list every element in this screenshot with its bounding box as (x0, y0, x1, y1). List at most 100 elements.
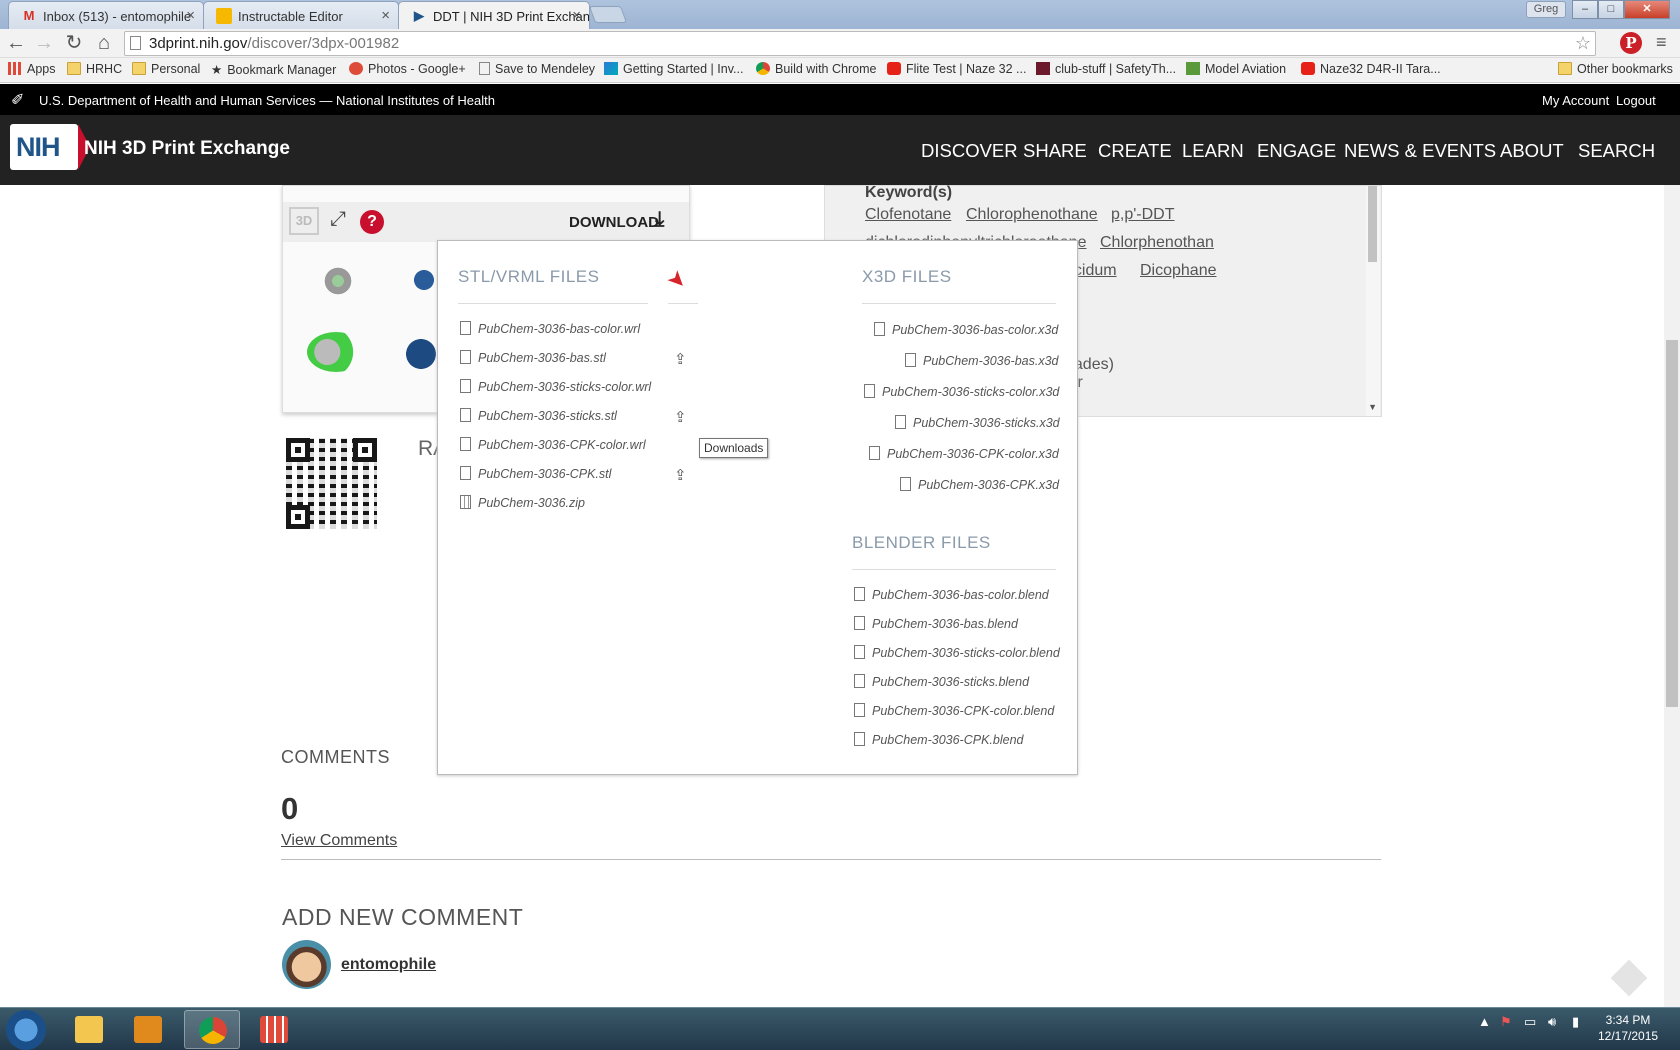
profile-button[interactable]: Greg (1526, 1, 1566, 18)
file-link-x3d[interactable]: PubChem-3036-sticks-color.x3d (864, 384, 1059, 399)
bookmark-apps[interactable]: Apps (8, 62, 56, 76)
file-link-blend[interactable]: PubChem-3036-bas-color.blend (854, 587, 1049, 602)
tab-nih-ddt[interactable]: ▶ DDT | NIH 3D Print Exchan × (398, 1, 590, 29)
bookmark-other[interactable]: Other bookmarks (1558, 62, 1673, 76)
nav-engage[interactable]: ENGAGE (1257, 140, 1336, 162)
keyword-link[interactable]: Chlorphenothan (1100, 234, 1214, 252)
metadata-scrollbar[interactable]: ▼ (1366, 186, 1380, 416)
scrollbar-thumb[interactable] (1666, 340, 1678, 707)
bookmark-manager[interactable]: ★ Bookmark Manager (211, 62, 336, 77)
bookmark-club-stuff[interactable]: club-stuff | SafetyTh... (1036, 62, 1176, 76)
file-link-x3d[interactable]: PubChem-3036-sticks.x3d (895, 415, 1060, 430)
power-icon[interactable]: ▮ (1572, 1014, 1579, 1030)
thumbnail-cpk-blue[interactable] (403, 334, 439, 374)
tab-gmail[interactable]: M Inbox (513) - entomophile × (8, 1, 204, 29)
download-icon[interactable]: ⤓ (655, 208, 664, 232)
file-link-stl[interactable]: PubChem-3036-bas-color.wrl (460, 321, 640, 336)
file-link-x3d[interactable]: PubChem-3036-bas-color.x3d (874, 322, 1058, 337)
minimize-button[interactable]: – (1572, 0, 1598, 19)
bookmark-model-aviation[interactable]: Model Aviation (1186, 62, 1286, 76)
file-link-stl[interactable]: PubChem-3036-sticks-color.wrl (460, 379, 651, 394)
nav-discover[interactable]: DISCOVER (921, 140, 1018, 162)
help-icon[interactable]: ? (360, 210, 384, 234)
network-icon[interactable]: ▭ (1524, 1014, 1536, 1030)
keyword-link[interactable]: Chlorophenothane (966, 206, 1098, 224)
scroll-down-icon[interactable]: ▼ (1368, 402, 1377, 412)
download-button[interactable]: DOWNLOAD (569, 214, 659, 231)
view-comments-link[interactable]: View Comments (281, 832, 397, 850)
bookmark-naze32[interactable]: Naze32 D4R-II Tara... (1301, 62, 1441, 76)
bookmark-flite-test[interactable]: Flite Test | Naze 32 ... (887, 62, 1026, 76)
file-link-blend[interactable]: PubChem-3036-bas.blend (854, 616, 1018, 631)
file-link-stl[interactable]: PubChem-3036-bas.stl (460, 350, 606, 365)
nav-share[interactable]: SHARE (1023, 140, 1087, 162)
system-clock[interactable]: 3:34 PM 12/17/2015 (1598, 1012, 1658, 1044)
close-icon[interactable]: × (381, 7, 390, 24)
nav-news-events[interactable]: NEWS & EVENTS (1344, 140, 1496, 162)
nav-about[interactable]: ABOUT (1500, 140, 1564, 162)
bookmark-hrhc[interactable]: HRHC (67, 62, 122, 76)
taskbar-explorer[interactable] (61, 1010, 117, 1049)
3d-view-icon[interactable]: 3D (289, 207, 319, 235)
file-link-stl[interactable]: PubChem-3036-CPK-color.wrl (460, 437, 646, 452)
taskbar-chrome[interactable] (184, 1010, 240, 1049)
nav-learn[interactable]: LEARN (1182, 140, 1244, 162)
reload-icon[interactable]: ↻ (62, 32, 86, 56)
close-icon[interactable]: × (186, 7, 195, 24)
start-button[interactable] (6, 1010, 46, 1050)
close-icon[interactable]: × (572, 7, 581, 24)
thumbnail-bas[interactable] (313, 266, 363, 296)
action-center-icon[interactable]: ⚑ (1500, 1014, 1512, 1030)
nav-search[interactable]: SEARCH (1578, 140, 1655, 162)
page-scrollbar[interactable] (1664, 185, 1680, 1007)
nav-create[interactable]: CREATE (1098, 140, 1172, 162)
bookmark-star-icon[interactable]: ☆ (1575, 32, 1591, 55)
window-close-button[interactable]: ✕ (1624, 0, 1670, 19)
fullscreen-icon[interactable]: ⤢ (330, 208, 346, 231)
file-link-blend[interactable]: PubChem-3036-CPK.blend (854, 732, 1023, 747)
file-link-blend[interactable]: PubChem-3036-sticks-color.blend (854, 645, 1060, 660)
file-link-x3d[interactable]: PubChem-3036-CPK.x3d (900, 477, 1059, 492)
share-icon[interactable]: ⇪ (674, 466, 687, 484)
tab-instructables[interactable]: Instructable Editor × (203, 1, 399, 29)
bookmark-personal[interactable]: Personal (132, 62, 200, 76)
home-icon[interactable]: ⌂ (92, 32, 116, 56)
nih-logo[interactable]: NIH (10, 124, 90, 170)
taskbar-media-player[interactable] (120, 1010, 176, 1049)
file-link-stl[interactable]: PubChem-3036-sticks.stl (460, 408, 617, 423)
thumbnail-cpk[interactable] (307, 332, 365, 372)
file-link-x3d[interactable]: PubChem-3036-bas.x3d (905, 353, 1059, 368)
taskbar-app-grid[interactable] (246, 1010, 302, 1049)
keyword-link[interactable]: p,p'-DDT (1111, 206, 1175, 224)
keyword-link[interactable]: Clofenotane (865, 206, 951, 224)
pinterest-icon[interactable]: P (1620, 32, 1642, 54)
username-link[interactable]: entomophile (341, 956, 436, 974)
feedback-icon[interactable] (1610, 959, 1648, 997)
rocket-icon[interactable]: ➤ (662, 264, 693, 295)
new-tab-button[interactable] (588, 6, 628, 23)
avatar[interactable] (282, 940, 331, 989)
bookmark-mendeley[interactable]: Save to Mendeley (479, 62, 595, 76)
scrollbar-thumb[interactable] (1368, 186, 1377, 262)
back-icon[interactable]: ← (4, 32, 28, 56)
address-bar[interactable]: 3dprint.nih.gov/discover/3dpx-001982 ☆ (124, 31, 1596, 56)
logout-link[interactable]: Logout (1616, 93, 1656, 108)
forward-icon[interactable]: → (32, 32, 56, 56)
bookmark-build-with-chrome[interactable]: Build with Chrome (756, 62, 876, 76)
keyword-link[interactable]: Dicophane (1140, 262, 1217, 280)
site-title[interactable]: NIH 3D Print Exchange (84, 138, 290, 160)
bookmark-getting-started[interactable]: Getting Started | Inv... (604, 62, 743, 76)
file-link-blend[interactable]: PubChem-3036-CPK-color.blend (854, 703, 1054, 718)
file-link-stl[interactable]: PubChem-3036-CPK.stl (460, 466, 611, 481)
volume-icon[interactable]: 🔊︎ (1548, 1014, 1556, 1030)
show-hidden-icons[interactable]: ▲ (1478, 1014, 1491, 1029)
file-link-x3d[interactable]: PubChem-3036-CPK-color.x3d (869, 446, 1059, 461)
file-link-zip[interactable]: PubChem-3036.zip (460, 495, 585, 510)
thumbnail-bas-blue[interactable] (409, 264, 439, 296)
chrome-menu-icon[interactable]: ≡ (1656, 32, 1667, 53)
my-account-link[interactable]: My Account (1542, 93, 1609, 108)
share-icon[interactable]: ⇪ (674, 350, 687, 368)
maximize-button[interactable]: □ (1598, 0, 1624, 19)
file-link-blend[interactable]: PubChem-3036-sticks.blend (854, 674, 1029, 689)
share-icon[interactable]: ⇪ (674, 408, 687, 426)
